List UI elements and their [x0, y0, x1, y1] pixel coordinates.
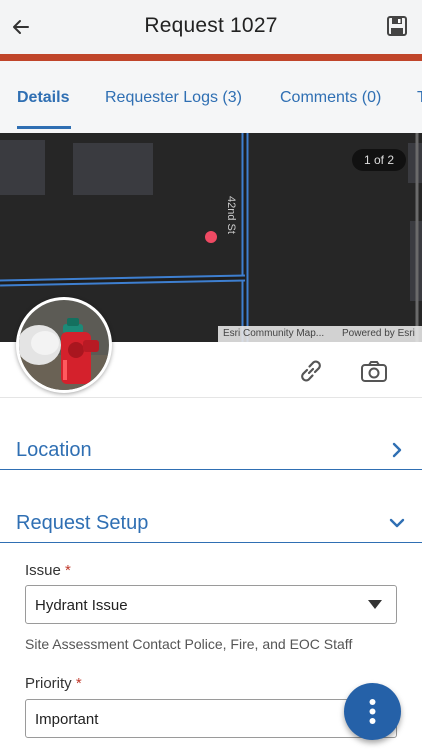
- tab-details[interactable]: Details: [17, 89, 69, 107]
- required-marker: *: [65, 562, 71, 579]
- section-request-setup-toggle[interactable]: [388, 514, 406, 532]
- priority-label-text: Priority: [25, 675, 72, 692]
- page-title: Request 1027: [144, 14, 278, 37]
- priority-label: Priority *: [25, 675, 82, 692]
- camera-button[interactable]: [359, 357, 389, 387]
- priority-select[interactable]: Important: [25, 699, 397, 738]
- required-marker: *: [75, 675, 82, 692]
- header-accent-bar: [0, 54, 422, 61]
- chevron-down-icon: [389, 518, 405, 528]
- active-tab-indicator: [17, 126, 71, 129]
- tab-comments[interactable]: Comments (0): [280, 89, 381, 107]
- issue-select[interactable]: Hydrant Issue: [25, 585, 397, 624]
- photo-counter: 1 of 2: [352, 149, 406, 171]
- issue-hint: Site Assessment Contact Police, Fire, an…: [25, 636, 353, 652]
- save-icon: [387, 16, 407, 36]
- map-attribution: Esri Community Map... Powered by Esri: [218, 326, 422, 342]
- link-button[interactable]: [296, 356, 326, 386]
- more-vertical-icon: [369, 699, 376, 724]
- issue-label-text: Issue: [25, 562, 61, 579]
- save-button[interactable]: [386, 15, 408, 37]
- camera-icon: [361, 361, 387, 382]
- chevron-right-icon: [392, 442, 402, 458]
- link-icon: [301, 360, 321, 382]
- attribution-right: Powered by Esri: [342, 328, 415, 339]
- priority-select-value: Important: [35, 711, 99, 728]
- street-label: 42nd St: [225, 196, 237, 234]
- section-location-toggle[interactable]: [388, 441, 406, 459]
- location-pin-icon: [205, 231, 217, 243]
- section-request-setup-title[interactable]: Request Setup: [16, 512, 148, 535]
- actions-divider: [0, 397, 422, 398]
- request-photo[interactable]: [16, 297, 112, 393]
- dropdown-caret-icon: [368, 600, 382, 609]
- attribution-left: Esri Community Map...: [223, 328, 325, 339]
- section-location-title[interactable]: Location: [16, 439, 92, 462]
- tab-requester-logs[interactable]: Requester Logs (3): [105, 89, 242, 107]
- section-request-setup-underline: [0, 542, 422, 543]
- section-location-underline: [0, 469, 422, 470]
- more-actions-fab[interactable]: [344, 683, 401, 740]
- issue-select-value: Hydrant Issue: [35, 597, 128, 614]
- hydrant-photo-image: [19, 300, 109, 390]
- issue-label: Issue *: [25, 562, 71, 579]
- tab-overflow[interactable]: T: [417, 89, 422, 107]
